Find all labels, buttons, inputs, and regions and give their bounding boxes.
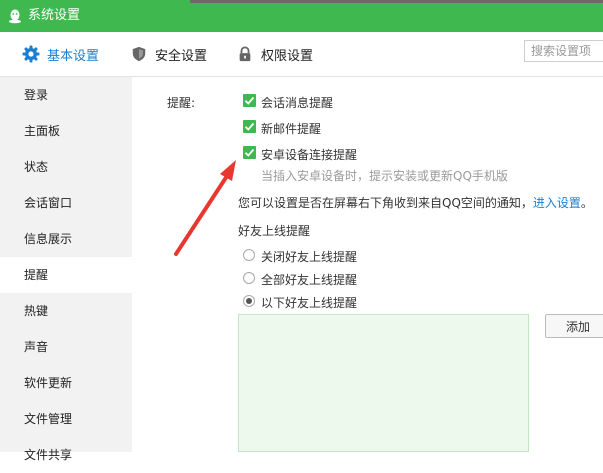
new-mail-reminder-label: 新邮件提醒 — [261, 122, 322, 136]
tab-label: 安全设置 — [155, 48, 208, 64]
sidebar-item-reminders[interactable]: 提醒 — [0, 257, 132, 293]
sidebar-item-file-sharing[interactable]: 文件共享 — [0, 437, 132, 473]
shield-icon — [130, 45, 148, 63]
sidebar: 登录 主面板 状态 会话窗口 信息展示 提醒 热键 声音 软件更新 文件管理 文… — [0, 77, 132, 462]
android-device-reminder-label: 安卓设备连接提醒 — [261, 148, 358, 162]
search-input[interactable] — [524, 40, 603, 62]
sidebar-item-info-display[interactable]: 信息展示 — [0, 221, 132, 257]
disable-friend-online-radio[interactable] — [243, 249, 255, 261]
sidebar-item-software-update[interactable]: 软件更新 — [0, 365, 132, 401]
tab-permission-settings[interactable]: 权限设置 — [236, 32, 313, 76]
selected-friends-online-radio[interactable] — [243, 295, 255, 307]
tab-security-settings[interactable]: 安全设置 — [130, 32, 207, 76]
sidebar-item-main-panel[interactable]: 主面板 — [0, 113, 132, 149]
reminder-section-label: 提醒: — [167, 96, 196, 110]
tab-basic-settings[interactable]: 基本设置 — [22, 32, 99, 76]
android-hint-text: 当插入安卓设备时，提示安装或更新QQ手机版 — [261, 169, 508, 183]
friend-online-title: 好友上线提醒 — [238, 224, 311, 238]
reminder-settings-panel: 提醒: 会话消息提醒 新邮件提醒 安卓设备连接提醒 当插入安卓设备时，提示安装或… — [132, 77, 603, 452]
qq-logo-icon — [9, 9, 21, 24]
new-mail-reminder-checkbox[interactable] — [243, 120, 256, 133]
disable-friend-online-label: 关闭好友上线提醒 — [261, 250, 358, 264]
qzone-notice-end: 。 — [580, 196, 593, 210]
chat-message-reminder-label: 会话消息提醒 — [261, 96, 334, 110]
chat-message-reminder-checkbox[interactable] — [243, 94, 256, 107]
sidebar-item-hotkeys[interactable]: 热键 — [0, 293, 132, 329]
android-device-reminder-checkbox[interactable] — [243, 146, 256, 159]
qzone-notice-text: 您可以设置是否在屏幕右下角收到来自QQ空间的通知，进入设置。 — [238, 194, 593, 211]
add-friend-button[interactable]: 添加 — [545, 314, 603, 338]
window-title: 系统设置 — [28, 8, 81, 23]
tab-label: 基本设置 — [47, 48, 100, 64]
tab-label: 权限设置 — [261, 48, 314, 64]
sidebar-item-sound[interactable]: 声音 — [0, 329, 132, 365]
sidebar-item-chat-window[interactable]: 会话窗口 — [0, 185, 132, 221]
qzone-settings-link[interactable]: 进入设置 — [533, 196, 581, 210]
title-bar-decoration — [190, 0, 603, 3]
qzone-notice-body: 您可以设置是否在屏幕右下角收到来自QQ空间的通知， — [238, 196, 533, 210]
gear-icon — [22, 45, 40, 63]
sidebar-item-login[interactable]: 登录 — [0, 77, 132, 113]
sidebar-item-status[interactable]: 状态 — [0, 149, 132, 185]
lock-icon — [236, 45, 254, 63]
friend-list-box[interactable] — [238, 314, 529, 452]
all-friends-online-radio[interactable] — [243, 272, 255, 284]
all-friends-online-label: 全部好友上线提醒 — [261, 273, 358, 287]
top-nav: 基本设置 安全设置 权限设置 — [0, 32, 603, 77]
selected-friends-online-label: 以下好友上线提醒 — [261, 296, 358, 310]
title-bar: 系统设置 — [0, 0, 603, 32]
sidebar-item-file-management[interactable]: 文件管理 — [0, 401, 132, 437]
